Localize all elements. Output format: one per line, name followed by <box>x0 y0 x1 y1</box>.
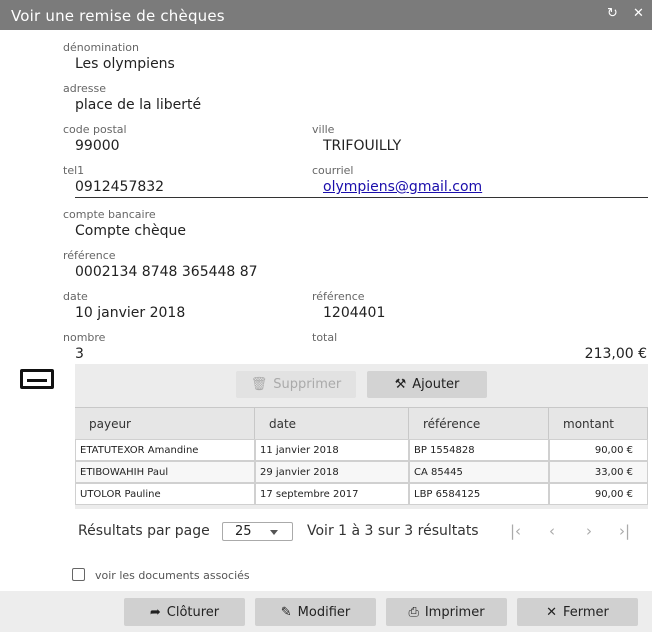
pencil-icon: ✎ <box>280 604 292 620</box>
imprimer-button[interactable]: ⎙ Imprimer <box>386 598 507 626</box>
table-row[interactable]: ETIBOWAHIH Paul 29 janvier 2018 CA 85445… <box>75 461 648 483</box>
cell-payeur: ETATUTEXOR Amandine <box>75 439 255 461</box>
associated-docs-checkbox[interactable] <box>72 568 85 581</box>
add-button-label: Ajouter <box>412 377 460 392</box>
tel1-label: tel1 <box>63 164 85 177</box>
ville-label: ville <box>312 123 335 136</box>
cell-reference: CA 85445 <box>409 461 549 483</box>
cell-date: 17 septembre 2017 <box>255 483 409 505</box>
fermer-label: Fermer <box>563 604 609 620</box>
cloturer-button[interactable]: ➦ Clôturer <box>124 598 245 626</box>
cell-montant: 90,00 € <box>549 439 648 461</box>
nombre-value: 3 <box>75 346 84 362</box>
per-page-value: 25 <box>235 524 252 539</box>
per-page-select[interactable]: 25 <box>222 522 293 541</box>
adresse-label: adresse <box>63 82 107 95</box>
ville-value: TRIFOUILLY <box>323 138 402 154</box>
printer-icon: ⎙ <box>408 604 419 620</box>
cell-montant: 33,00 € <box>549 461 648 483</box>
table-header-row: payeur date référence montant <box>75 407 648 439</box>
compte-bancaire-value: Compte chèque <box>75 223 186 239</box>
refresh-icon[interactable]: ↻ <box>607 6 618 21</box>
date-label: date <box>63 290 88 303</box>
cheques-table: payeur date référence montant ETATUTEXOR… <box>75 407 648 505</box>
cell-payeur: UTOLOR Pauline <box>75 483 255 505</box>
modifier-button[interactable]: ✎ Modifier <box>255 598 376 626</box>
nombre-label: nombre <box>63 331 106 344</box>
last-page-icon[interactable]: ›| <box>619 522 630 540</box>
cell-montant: 90,00 € <box>549 483 648 505</box>
compte-bancaire-label: compte bancaire <box>63 208 156 221</box>
cell-reference: BP 1554828 <box>409 439 549 461</box>
reference-label: référence <box>312 290 365 303</box>
window-titlebar: Voir une remise de chèques ↻ ✕ <box>0 0 652 30</box>
column-header-date[interactable]: date <box>255 407 409 439</box>
table-row[interactable]: ETATUTEXOR Amandine 11 janvier 2018 BP 1… <box>75 439 648 461</box>
credit-card-icon <box>20 369 54 389</box>
divider <box>75 197 648 198</box>
arrow-icon: ➦ <box>149 604 161 620</box>
total-value: 213,00 € <box>584 346 647 362</box>
adresse-value: place de la liberté <box>75 97 202 113</box>
cell-payeur: ETIBOWAHIH Paul <box>75 461 255 483</box>
courriel-value: olympiens@gmail.com <box>323 179 482 195</box>
prev-page-icon[interactable]: ‹ <box>549 522 555 540</box>
imprimer-label: Imprimer <box>424 604 485 620</box>
modifier-label: Modifier <box>297 604 351 620</box>
per-page-label: Résultats par page <box>78 523 210 539</box>
code-postal-value: 99000 <box>75 138 120 154</box>
chevron-down-icon <box>270 530 278 535</box>
total-label: total <box>312 331 338 344</box>
reference-value: 1204401 <box>323 305 386 321</box>
window-title: Voir une remise de chèques <box>11 7 225 25</box>
delete-button[interactable]: 🗑 Supprimer <box>236 371 356 398</box>
next-page-icon[interactable]: › <box>586 522 592 540</box>
code-postal-label: code postal <box>63 123 127 136</box>
column-header-payeur[interactable]: payeur <box>75 407 255 439</box>
cell-date: 29 janvier 2018 <box>255 461 409 483</box>
fermer-button[interactable]: ✕ Fermer <box>517 598 638 626</box>
close-icon: ✕ <box>546 604 557 620</box>
delete-button-label: Supprimer <box>273 377 342 392</box>
magic-wand-icon: ⚒ <box>394 377 407 392</box>
denomination-value: Les olympiens <box>75 56 175 72</box>
courriel-label: courriel <box>312 164 354 177</box>
column-header-montant[interactable]: montant <box>549 407 648 439</box>
column-header-reference[interactable]: référence <box>409 407 549 439</box>
courriel-link[interactable]: olympiens@gmail.com <box>323 179 482 195</box>
cloturer-label: Clôturer <box>166 604 220 620</box>
close-icon[interactable]: ✕ <box>633 6 644 21</box>
cell-date: 11 janvier 2018 <box>255 439 409 461</box>
trash-icon: 🗑 <box>250 377 268 392</box>
add-button[interactable]: ⚒ Ajouter <box>367 371 487 398</box>
date-value: 10 janvier 2018 <box>75 305 186 321</box>
denomination-label: dénomination <box>63 41 140 54</box>
pagination-summary: Voir 1 à 3 sur 3 résultats <box>307 523 479 539</box>
cell-reference: LBP 6584125 <box>409 483 549 505</box>
table-row[interactable]: UTOLOR Pauline 17 septembre 2017 LBP 658… <box>75 483 648 505</box>
associated-docs-label: voir les documents associés <box>95 569 250 582</box>
first-page-icon[interactable]: |‹ <box>510 522 521 540</box>
tel1-value: 0912457832 <box>75 179 165 195</box>
reference-compte-label: référence <box>63 249 116 262</box>
reference-compte-value: 0002134 8748 365448 87 <box>75 264 258 280</box>
